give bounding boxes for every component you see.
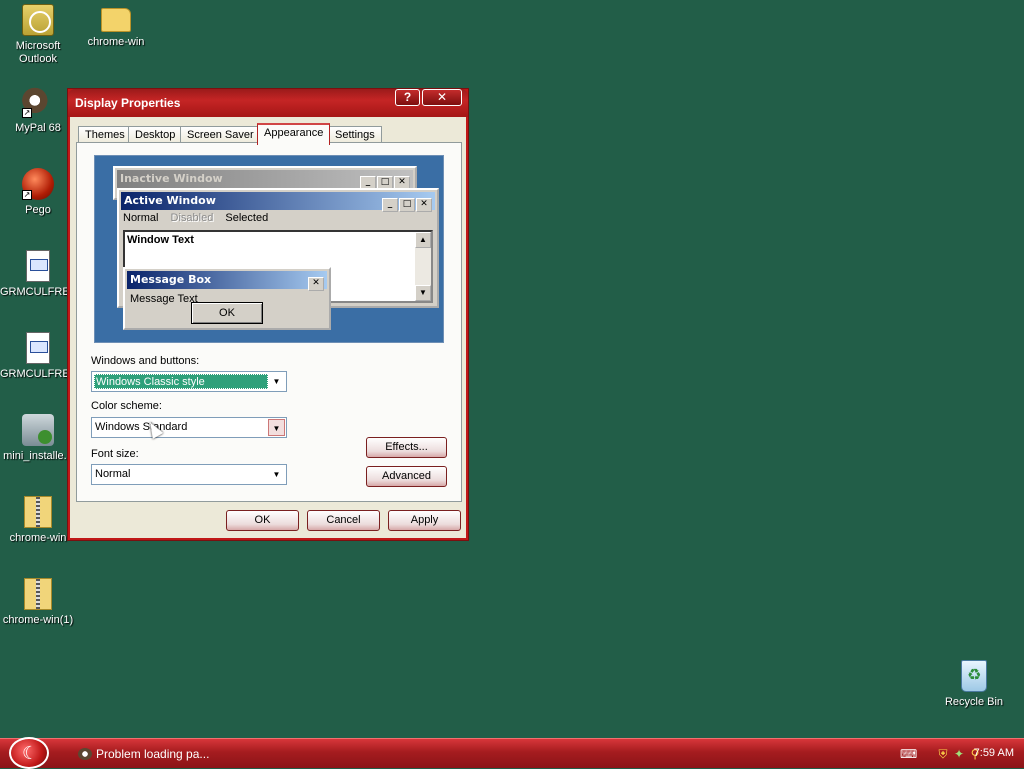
font-size-value: Normal (95, 468, 131, 480)
dialog-client-area: Themes Desktop Screen Saver Appearance S… (72, 117, 464, 536)
taskbar-item-browser[interactable]: Problem loading pa... (78, 743, 258, 765)
desktop-icon-mini-installer[interactable]: mini_installe... (0, 414, 76, 463)
desktop-icon-grmculfre-2[interactable]: GRMCULFRE... (0, 332, 76, 381)
desktop-icon-label: Microsoft Outlook (15, 40, 61, 65)
windows-buttons-value: Windows Classic style (94, 374, 268, 389)
close-icon: ✕ (416, 198, 432, 212)
preview-active-title: Active Window (124, 194, 216, 207)
tab-appearance[interactable]: Appearance (257, 123, 331, 145)
close-button[interactable]: ✕ (422, 89, 462, 106)
desktop-icon-chrome-win-zip[interactable]: chrome-win (0, 496, 76, 545)
scroll-down-icon: ▼ (415, 285, 431, 301)
windows-buttons-label: Windows and buttons: (91, 355, 200, 367)
desktop-icon-label: chrome-win(1) (2, 614, 74, 626)
zip-folder-icon (24, 496, 52, 528)
ok-button[interactable]: OK (226, 510, 299, 531)
taskbar-item-label: Problem loading pa... (96, 747, 210, 761)
appearance-tab-panel: Inactive Window _ □ ✕ Active Window _ □ ✕ (76, 142, 462, 502)
desktop-icon-chrome-win-folder[interactable]: chrome-win (78, 4, 154, 49)
color-scheme-value: Windows Standard (95, 421, 188, 433)
effects-button[interactable]: Effects... (366, 437, 447, 458)
display-properties-dialog: Display Properties ? ✕ Themes Desktop Sc… (67, 88, 469, 541)
chevron-down-icon[interactable]: ▼ (268, 466, 285, 483)
chevron-down-icon[interactable]: ▼ (268, 373, 285, 390)
maximize-icon: □ (399, 198, 415, 212)
preview-window-text: Window Text (127, 234, 194, 246)
preview-message-text: Message Text (130, 293, 198, 305)
recycle-bin-icon (961, 660, 987, 692)
taskbar-clock[interactable]: 7:59 AM (974, 747, 1014, 759)
desktop-icon-pego[interactable]: ↗ Pego (0, 168, 76, 217)
desktop-icon-label: MyPal 68 (15, 122, 61, 134)
pego-icon: ↗ (22, 168, 54, 200)
preview-menu-selected: Selected (225, 212, 269, 224)
desktop-icon-label: mini_installe... (3, 450, 73, 462)
appearance-preview: Inactive Window _ □ ✕ Active Window _ □ ✕ (94, 155, 444, 343)
preview-menu-normal: Normal (123, 212, 159, 224)
mypal-icon: ↗ (22, 86, 54, 118)
close-icon: ✕ (308, 277, 324, 291)
preview-scrollbar: ▲ ▼ (415, 232, 431, 301)
font-size-select[interactable]: Normal ▼ (91, 464, 287, 485)
desktop-icon-chrome-win-1[interactable]: chrome-win(1) (0, 578, 76, 627)
preview-message-box: Message Box ✕ Message Text OK (123, 267, 331, 330)
document-icon (26, 250, 50, 282)
preview-inactive-title: Inactive Window (120, 172, 223, 185)
preview-message-caption: Message Box ✕ (127, 271, 327, 291)
help-button[interactable]: ? (395, 89, 420, 106)
preview-menu-bar: Normal Disabled Selected (123, 212, 277, 224)
desktop-icon-label: Recycle Bin (944, 696, 1004, 708)
advanced-button[interactable]: Advanced (366, 466, 447, 487)
outlook-icon (22, 4, 54, 36)
desktop-icon-label: Pego (25, 204, 51, 216)
zip-folder-icon (24, 578, 52, 610)
preview-message-title: Message Box (130, 273, 212, 286)
preview-inactive-caption: Inactive Window _ □ ✕ (117, 170, 413, 190)
desktop-icon-label: GRMCULFRE... (0, 368, 76, 380)
preview-active-caption-buttons: _ □ ✕ (381, 194, 432, 212)
keyboard-icon[interactable]: ⌨ (900, 747, 917, 761)
minimize-icon: _ (382, 198, 398, 212)
taskbar: Problem loading pa... ⌨ ⛨ ✦ ⚲ 7:59 AM (0, 737, 1024, 769)
document-icon (26, 332, 50, 364)
color-scheme-select[interactable]: Windows Standard ▼ (91, 417, 287, 438)
start-button[interactable] (9, 737, 49, 769)
windows-buttons-select[interactable]: Windows Classic style ▼ (91, 371, 287, 392)
mypal-icon (78, 748, 92, 760)
scroll-up-icon: ▲ (415, 232, 431, 248)
dialog-titlebar[interactable]: Display Properties ? ✕ (68, 89, 468, 117)
apply-button[interactable]: Apply (388, 510, 461, 531)
desktop-icon-outlook[interactable]: Microsoft Outlook (0, 4, 76, 66)
font-size-label: Font size: (91, 448, 139, 460)
color-scheme-label: Color scheme: (91, 400, 162, 412)
network-icon[interactable]: ✦ (952, 747, 966, 761)
desktop-icon-label: GRMCULFRE... (0, 286, 76, 298)
system-tray: ⌨ ⛨ ✦ ⚲ 7:59 AM (874, 739, 1024, 769)
desktop-icon-mypal[interactable]: ↗ MyPal 68 (0, 86, 76, 135)
desktop-icon-label: chrome-win (9, 532, 67, 544)
cancel-button[interactable]: Cancel (307, 510, 380, 531)
shortcut-arrow-icon: ↗ (22, 108, 32, 118)
desktop-icon-recycle-bin[interactable]: Recycle Bin (936, 660, 1012, 709)
installer-icon (22, 414, 54, 446)
folder-icon (101, 8, 131, 32)
desktop-icon-label: chrome-win (87, 36, 145, 48)
preview-ok-button: OK (191, 302, 263, 324)
desktop-icon-grmculfre-1[interactable]: GRMCULFRE... (0, 250, 76, 299)
dialog-title: Display Properties (75, 96, 181, 110)
shortcut-arrow-icon: ↗ (22, 190, 32, 200)
preview-menu-disabled: Disabled (170, 212, 214, 224)
security-shield-icon[interactable]: ⛨ (936, 747, 950, 761)
preview-message-caption-buttons: ✕ (307, 273, 324, 291)
chevron-down-icon[interactable]: ▼ (268, 419, 285, 436)
preview-active-caption: Active Window _ □ ✕ (121, 192, 435, 212)
